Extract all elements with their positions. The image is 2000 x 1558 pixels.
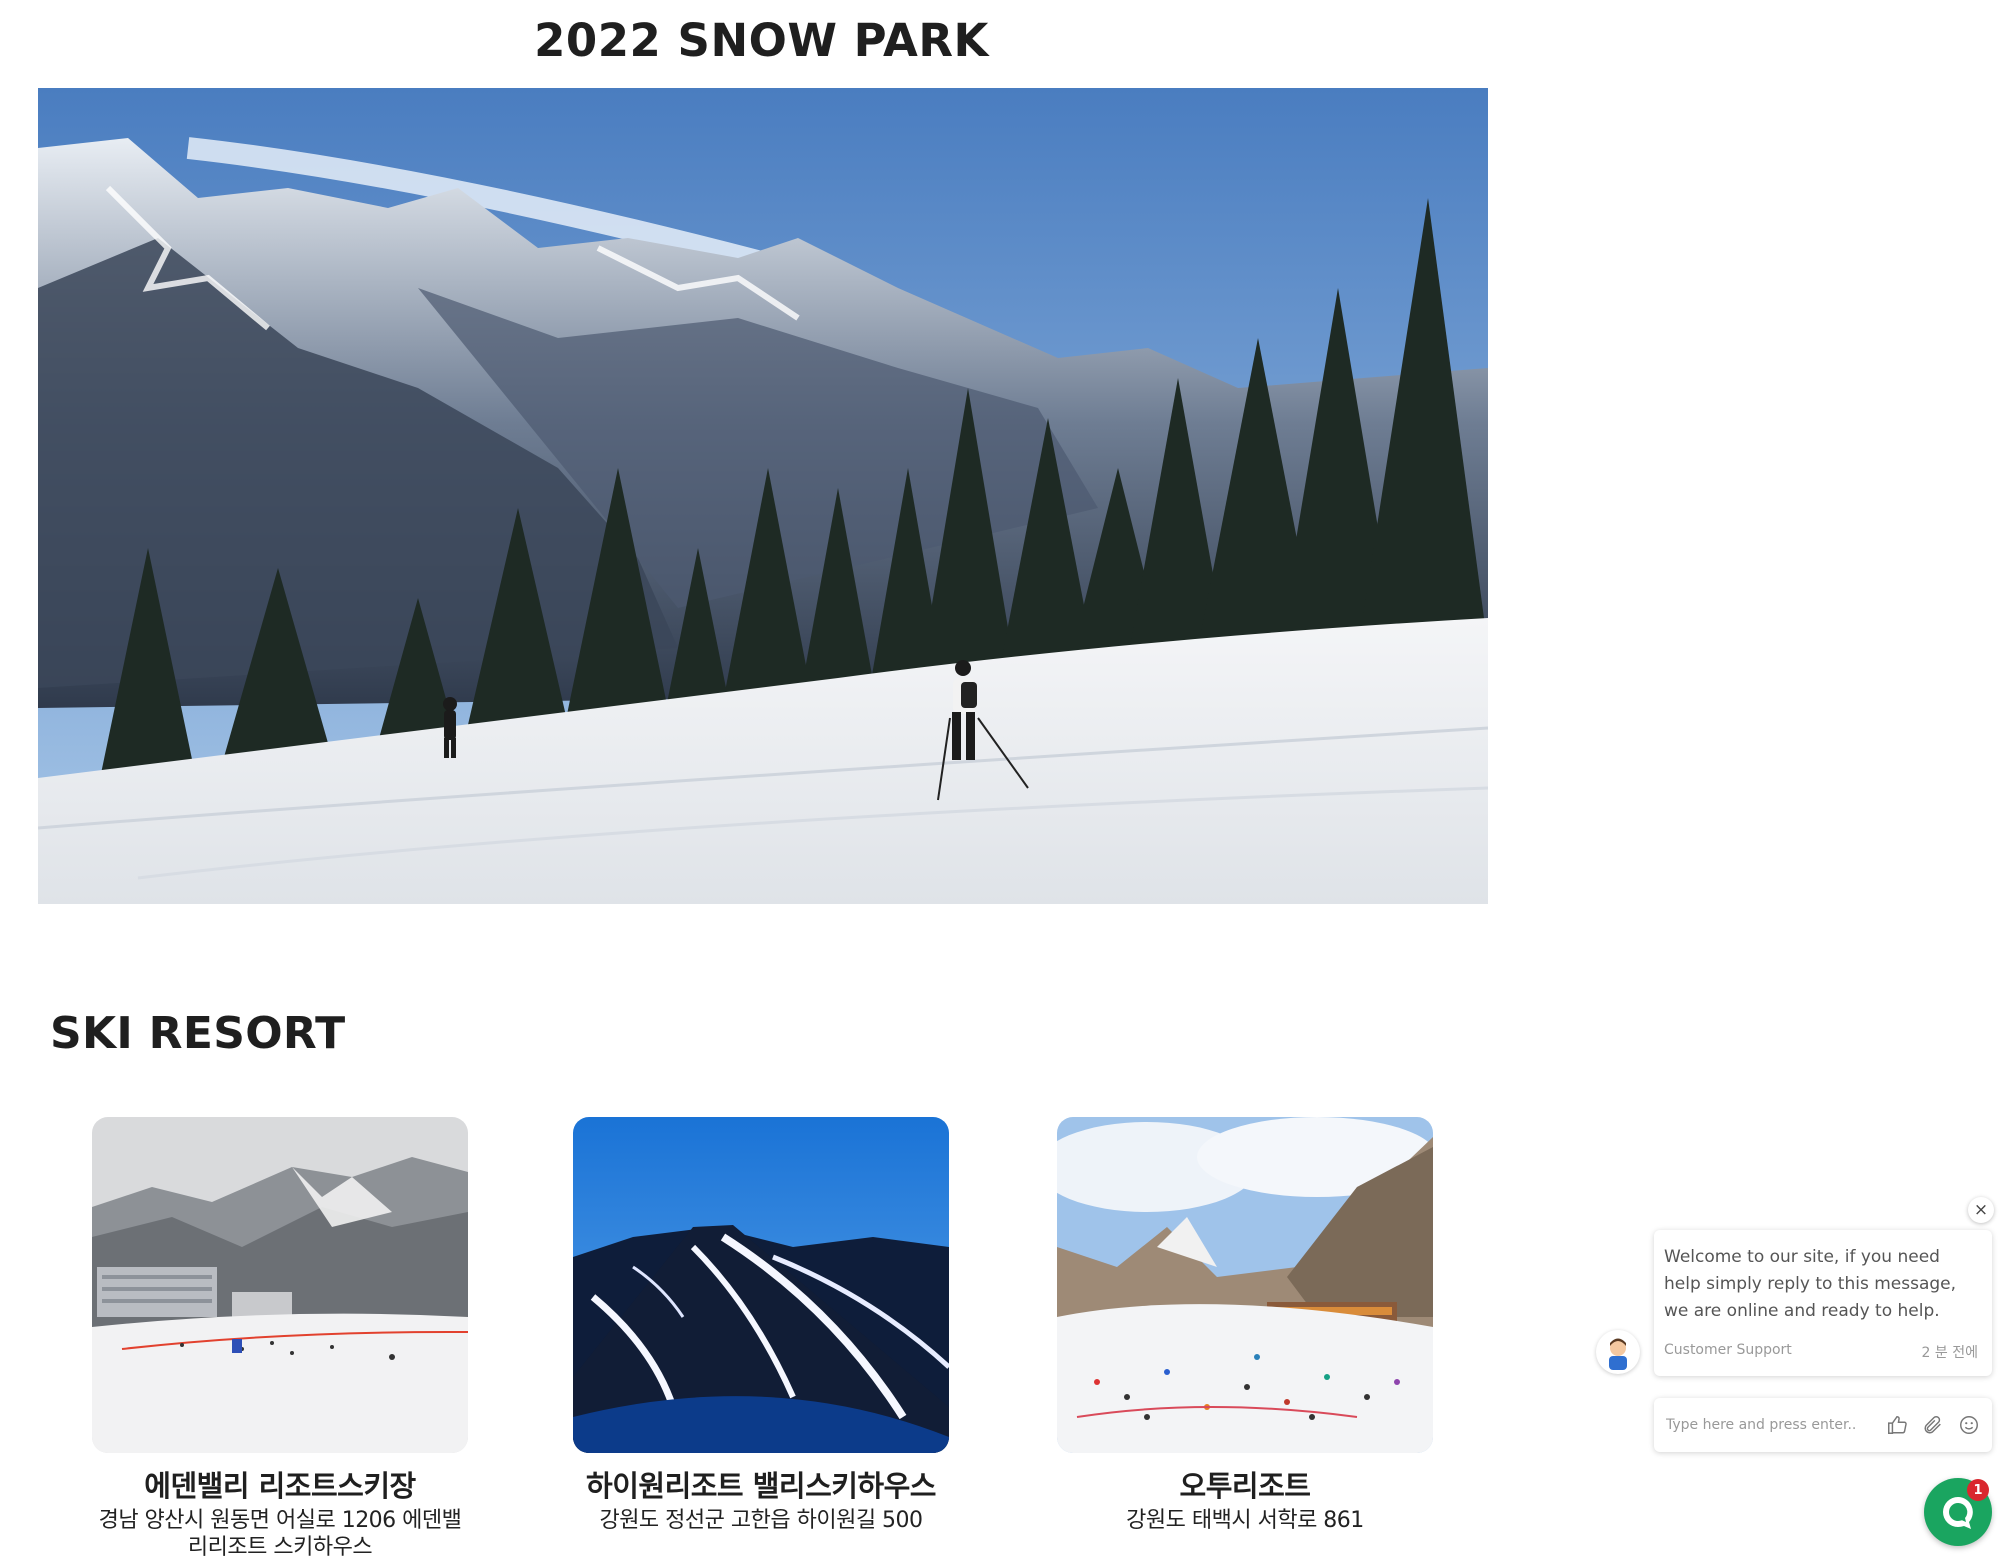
hero-image bbox=[38, 88, 1488, 904]
message-time: 2 분 전에 bbox=[1921, 1345, 1978, 1361]
resort-address: 강원도 정선군 고한읍 하이원길 500 bbox=[599, 1508, 923, 1533]
resort-address: 강원도 태백시 서학로 861 bbox=[1126, 1508, 1364, 1533]
chat-message-bubble: Welcome to our site, if you need help si… bbox=[1654, 1230, 1992, 1376]
chat-message: Welcome to our site, if you need help si… bbox=[1664, 1247, 1957, 1321]
chat-input-bar bbox=[1654, 1398, 1992, 1452]
emoji-icon[interactable] bbox=[1956, 1412, 1982, 1438]
resort-slope-photo bbox=[1057, 1117, 1433, 1453]
hero-title: 2022 SNOW PARK bbox=[534, 14, 989, 67]
resort-card-image[interactable] bbox=[1057, 1117, 1433, 1453]
resort-name[interactable]: 하이원리조트 밸리스키하우스 bbox=[553, 1467, 969, 1505]
resort-card[interactable]: 오투리조트 강원도 태백시 서학로 861 bbox=[1057, 1117, 1433, 1534]
resort-card[interactable]: 에덴밸리 리조트스키장 경남 양산시 원동면 어실로 1206 에덴밸리리조트 … bbox=[92, 1117, 468, 1558]
resort-card[interactable]: 하이원리조트 밸리스키하우스 강원도 정선군 고한읍 하이원길 500 bbox=[573, 1117, 949, 1534]
resort-night-photo bbox=[573, 1117, 949, 1453]
resort-name[interactable]: 오투리조트 bbox=[1057, 1467, 1433, 1505]
agent-avatar bbox=[1596, 1330, 1640, 1374]
close-icon: × bbox=[1973, 1199, 1989, 1220]
agent-name: Customer Support bbox=[1664, 1342, 1792, 1358]
section-title: SKI RESORT bbox=[50, 1008, 346, 1059]
resort-address: 경남 양산시 원동면 어실로 1206 에덴밸리리조트 스키하우스 bbox=[98, 1508, 462, 1558]
unread-badge: 1 bbox=[1967, 1479, 1989, 1501]
thumbs-up-icon[interactable] bbox=[1884, 1412, 1910, 1438]
resort-card-image[interactable] bbox=[573, 1117, 949, 1453]
chat-input[interactable] bbox=[1664, 1416, 1874, 1434]
resort-name[interactable]: 에덴밸리 리조트스키장 bbox=[92, 1467, 468, 1505]
resort-day-photo bbox=[92, 1117, 468, 1453]
page: 2022 SNOW PARK SKI RESORT 에덴밸리 리조트스키장 경남… bbox=[0, 0, 2000, 1558]
paperclip-icon[interactable] bbox=[1920, 1412, 1946, 1438]
mountain-ski-photo bbox=[38, 88, 1488, 904]
chat-message-meta: Customer Support 2 분 전에 bbox=[1664, 1342, 1978, 1362]
user-icon bbox=[1609, 1338, 1627, 1370]
chat-close-button[interactable]: × bbox=[1968, 1197, 1994, 1223]
resort-card-image[interactable] bbox=[92, 1117, 468, 1453]
